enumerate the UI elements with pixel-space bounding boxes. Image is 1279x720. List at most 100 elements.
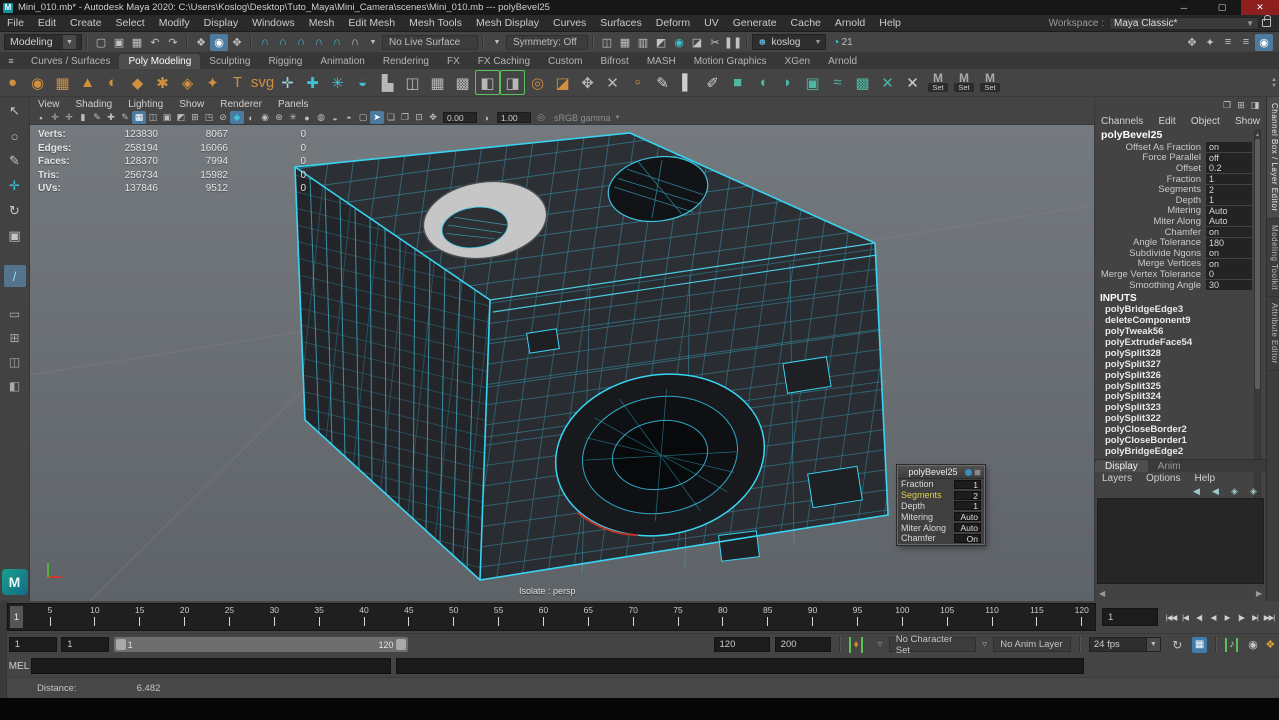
chevron-down-icon[interactable]: ▼ (488, 34, 506, 51)
shelf-tool-icon[interactable]: ● (0, 70, 25, 95)
shelf-tool-icon[interactable]: ✕ (600, 70, 625, 95)
render-icon[interactable]: ▥ (634, 34, 652, 51)
timeline-ruler[interactable]: 1 5 10 15 20 (7, 603, 1096, 631)
tab-scroll-left-icon[interactable]: ◀ (1099, 589, 1105, 598)
anim-layer-dropdown[interactable]: No Anim Layer (993, 637, 1071, 652)
playback-button[interactable]: ▶| (1248, 609, 1262, 625)
shelf-tab[interactable]: FX Caching (469, 54, 539, 69)
channel-attr-label[interactable]: Smoothing Angle (1095, 280, 1206, 291)
tool-icon[interactable]: ▣ (4, 225, 26, 247)
viewport-toolbar-icon[interactable]: ⊛ (272, 111, 286, 124)
render-icon[interactable]: ◩ (652, 34, 670, 51)
selection-mode-icon[interactable]: ◉ (210, 34, 228, 51)
panel-menu-item[interactable]: View (30, 99, 68, 110)
selection-mode-icon[interactable]: ❖ (192, 34, 210, 51)
viewport-toolbar-icon[interactable]: ✛ (62, 111, 76, 124)
maximize-button[interactable]: ▢ (1203, 0, 1241, 15)
sidebar-vertical-tab[interactable]: Attribute Editor (1267, 297, 1279, 371)
viewport-toolbar-icon[interactable]: ▮ (76, 111, 90, 124)
editor-mode-icon[interactable] (965, 469, 972, 476)
file-op-icon[interactable]: ↶ (146, 34, 164, 51)
sidebar-toggle-icon[interactable]: ✦ (1201, 34, 1219, 51)
panel-option-icon[interactable]: ❐ (1220, 99, 1234, 112)
menu-item[interactable]: Display (197, 17, 245, 29)
shelf-tab[interactable]: Poly Modeling (119, 54, 200, 69)
viewport-toolbar-icon[interactable]: ◩ (174, 111, 188, 124)
shelf-tool-icon[interactable]: ◫ (400, 70, 425, 95)
viewport-toolbar-icon[interactable]: ▪ (34, 111, 48, 124)
layer-action-icon[interactable]: ◀ (1190, 485, 1203, 497)
snap-icon[interactable]: ∩ (346, 34, 364, 51)
channel-attr-value[interactable]: 180 (1206, 238, 1252, 248)
menu-item[interactable]: Deform (649, 17, 697, 29)
layer-menu-item[interactable]: Options (1139, 473, 1187, 484)
shelf-tool-icon[interactable]: ✥ (575, 70, 600, 95)
current-frame-marker[interactable]: 1 (10, 606, 23, 628)
channel-attr-value[interactable]: 30 (1206, 280, 1252, 290)
layer-action-icon[interactable]: ◈ (1228, 485, 1241, 497)
playback-button[interactable]: |◀ (1178, 609, 1192, 625)
character-set-dropdown[interactable]: No Character Set (889, 637, 976, 652)
channel-attr-label[interactable]: Mitering (1095, 205, 1206, 216)
channel-attr-value[interactable]: on (1206, 248, 1252, 258)
shelf-tool-icon[interactable]: ✕ (875, 70, 900, 95)
shelf-scroll-arrows[interactable]: ▲▼ (1271, 77, 1277, 89)
snap-icon[interactable]: ∩ (328, 34, 346, 51)
shelf-tool-icon[interactable]: svg (250, 70, 275, 95)
shelf-tool-icon[interactable]: ▙ (375, 70, 400, 95)
sound-mute-icon[interactable]: ♪ (1225, 638, 1238, 652)
file-op-icon[interactable]: ↷ (164, 34, 182, 51)
shelf-tab[interactable]: Custom (539, 54, 591, 69)
viewport-toolbar-icon[interactable]: ⊞ (188, 111, 202, 124)
shelf-tool-icon[interactable]: ✎ (650, 70, 675, 95)
current-tool-icon[interactable]: / (4, 265, 26, 287)
viewport-toolbar-icon[interactable]: ✳ (286, 111, 300, 124)
menu-item[interactable]: UV (697, 17, 726, 29)
channel-attr-value[interactable]: 1 (1206, 174, 1252, 184)
sidebar-toggle-icon[interactable]: ✥ (1183, 34, 1201, 51)
current-frame-field[interactable]: 1 (1102, 608, 1158, 626)
viewport-toolbar-icon[interactable]: ◫ (146, 111, 160, 124)
panel-option-icon[interactable]: ⊞ (1234, 99, 1248, 112)
layer-menu-item[interactable]: Layers (1095, 473, 1139, 484)
set-button[interactable]: MSet (952, 73, 976, 92)
exposure-field[interactable]: 0.00 (443, 112, 477, 123)
layer-menu-item[interactable]: Help (1187, 473, 1222, 484)
drag-handle[interactable] (0, 634, 7, 655)
snap-icon[interactable]: ∩ (256, 34, 274, 51)
render-icon[interactable]: ▦ (616, 34, 634, 51)
shelf-tool-icon[interactable]: ◆ (125, 70, 150, 95)
set-button[interactable]: MSet (926, 73, 950, 92)
menu-item[interactable]: Arnold (828, 17, 872, 29)
viewport-toolbar-icon[interactable]: ◳ (202, 111, 216, 124)
channel-box-menu-item[interactable]: Edit (1158, 116, 1175, 127)
viewport-toolbar-icon[interactable]: ◆ (230, 111, 244, 124)
viewport-toolbar-icon[interactable]: ▢ (356, 111, 370, 124)
shelf-tab[interactable]: Rigging (259, 54, 311, 69)
drag-handle[interactable] (0, 678, 7, 698)
channel-attr-label[interactable]: Merge Vertices (1095, 258, 1206, 269)
render-icon[interactable]: ❚❚ (724, 34, 742, 51)
layout-shortcut-icon[interactable]: ◧ (4, 375, 26, 397)
menu-item[interactable]: Edit (31, 17, 63, 29)
menu-item[interactable]: Mesh Tools (402, 17, 469, 29)
sidebar-vertical-tab[interactable]: Channel Box / Layer Editor (1267, 97, 1279, 219)
bookmark-icon[interactable]: ▦ (1192, 637, 1207, 653)
channel-attr-label[interactable]: Fraction (1095, 174, 1206, 185)
menu-item[interactable]: Mesh Display (469, 17, 546, 29)
shelf-tab[interactable]: FX (438, 54, 469, 69)
layer-action-icon[interactable]: ◀ (1209, 485, 1222, 497)
editor-attr-value[interactable]: Auto (954, 523, 981, 532)
drag-handle[interactable] (0, 655, 7, 677)
channel-attr-label[interactable]: Merge Vertex Tolerance (1095, 269, 1206, 280)
layout-shortcut-icon[interactable]: ⊞ (4, 327, 26, 349)
channel-box-menu-item[interactable]: Show (1235, 116, 1260, 127)
snap-icon[interactable]: ∩ (292, 34, 310, 51)
command-language-toggle[interactable]: MEL (7, 661, 31, 672)
animation-start-field[interactable]: 1 (9, 637, 57, 652)
channel-attr-value[interactable]: on (1206, 227, 1252, 237)
tool-icon[interactable]: ✛ (4, 175, 26, 197)
channel-attr-label[interactable]: Subdivide Ngons (1095, 248, 1206, 259)
record-icon[interactable]: ◉ (1244, 636, 1261, 653)
shelf-menu-icon[interactable]: ≡ (2, 52, 20, 69)
